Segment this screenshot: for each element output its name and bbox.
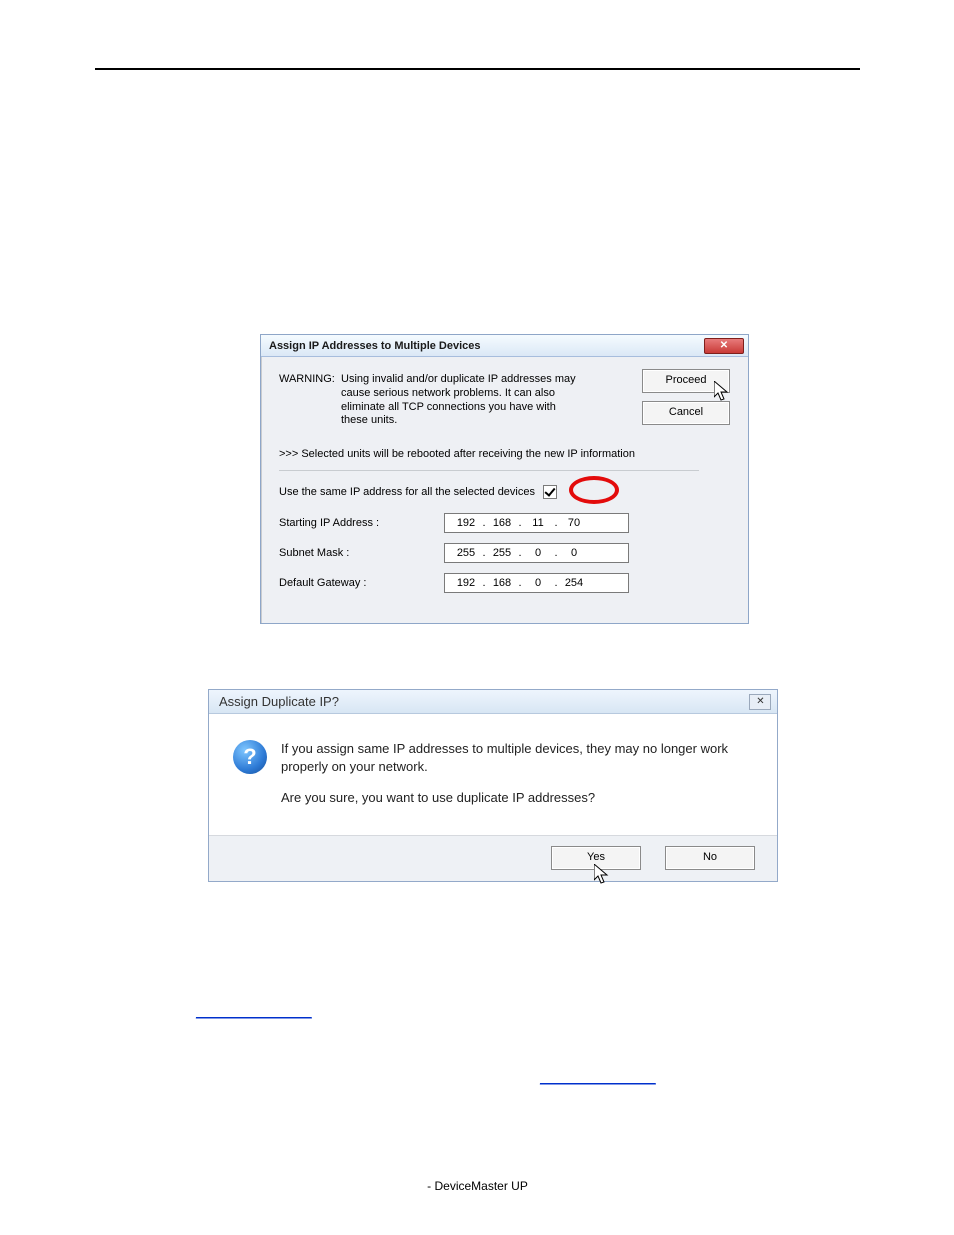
dialog2-line1: If you assign same IP addresses to multi… — [281, 740, 753, 775]
dialog1-titlebar[interactable]: Assign IP Addresses to Multiple Devices … — [261, 335, 748, 357]
subnet-label: Subnet Mask : — [279, 547, 444, 559]
starting-ip-label: Starting IP Address : — [279, 517, 444, 529]
separator — [279, 470, 699, 471]
close-glyph: ✕ — [720, 340, 728, 351]
same-ip-checkbox[interactable] — [543, 485, 557, 499]
ip-o2: 168 — [487, 517, 517, 529]
dialog2-line2: Are you sure, you want to use duplicate … — [281, 789, 753, 807]
cancel-button[interactable]: Cancel — [642, 401, 730, 425]
gw-o4: 254 — [559, 577, 589, 589]
ip-o4: 70 — [559, 517, 589, 529]
close-glyph2: ✕ — [756, 696, 763, 707]
mask-o2: 255 — [487, 547, 517, 559]
page-rule — [95, 68, 860, 70]
dialog1-title: Assign IP Addresses to Multiple Devices — [269, 340, 481, 352]
same-ip-label: Use the same IP address for all the sele… — [279, 486, 535, 498]
close-icon[interactable]: ✕ — [704, 338, 744, 354]
proceed-label: Proceed — [666, 374, 707, 386]
close-icon[interactable]: ✕ — [749, 694, 771, 710]
doc-link-b[interactable]: ________________ — [540, 1070, 656, 1085]
mask-o3: 0 — [523, 547, 553, 559]
no-button[interactable]: No — [665, 846, 755, 870]
cancel-label: Cancel — [669, 406, 703, 418]
doc-link-a[interactable]: ________________ — [196, 1004, 312, 1019]
warning-text: Using invalid and/or duplicate IP addres… — [341, 373, 581, 428]
assign-ip-dialog: Assign IP Addresses to Multiple Devices … — [260, 334, 749, 624]
duplicate-ip-dialog: Assign Duplicate IP? ✕ If you assign sam… — [208, 689, 778, 882]
gw-o3: 0 — [523, 577, 553, 589]
gateway-label: Default Gateway : — [279, 577, 444, 589]
dialog2-title: Assign Duplicate IP? — [219, 694, 339, 709]
mask-o4: 0 — [559, 547, 589, 559]
question-icon — [233, 740, 267, 774]
ip-o3: 11 — [523, 517, 553, 529]
page-footer: - DeviceMaster UP — [95, 1179, 860, 1193]
highlight-ring — [569, 476, 619, 504]
gw-o2: 168 — [487, 577, 517, 589]
subnet-input[interactable]: 255. 255. 0. 0 — [444, 543, 629, 563]
reboot-note: >>> Selected units will be rebooted afte… — [279, 448, 730, 460]
starting-ip-input[interactable]: 192. 168. 11. 70 — [444, 513, 629, 533]
gw-o1: 192 — [451, 577, 481, 589]
yes-label: Yes — [587, 851, 605, 863]
gateway-input[interactable]: 192. 168. 0. 254 — [444, 573, 629, 593]
dialog2-titlebar[interactable]: Assign Duplicate IP? ✕ — [209, 690, 777, 714]
warning-label: WARNING: — [279, 373, 341, 428]
ip-o1: 192 — [451, 517, 481, 529]
mask-o1: 255 — [451, 547, 481, 559]
no-label: No — [703, 851, 717, 863]
